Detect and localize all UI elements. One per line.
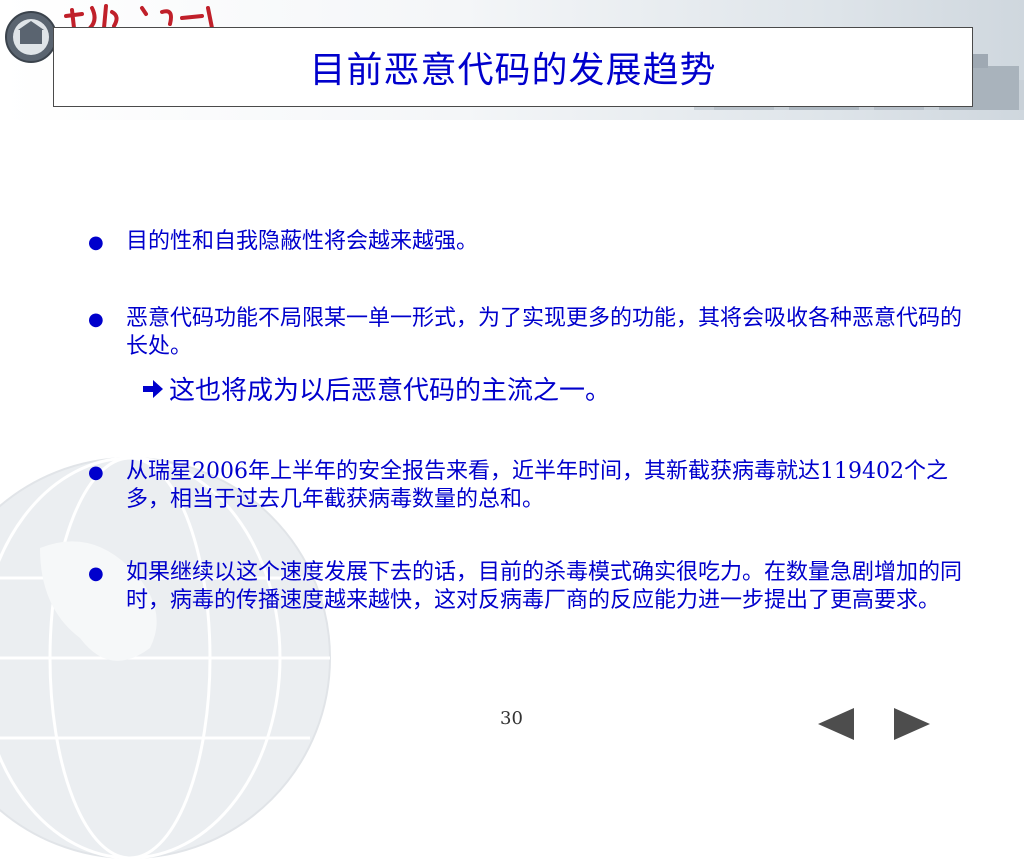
next-slide-button[interactable] <box>892 706 932 742</box>
bullet-text: 如果继续以这个速度发展下去的话，目前的杀毒模式确实很吃力。在数量急剧增加的同时，… <box>126 560 963 613</box>
university-emblem-logo <box>5 11 57 63</box>
triangle-left-icon <box>818 708 854 740</box>
bullet-dot-icon: ● <box>88 563 104 584</box>
sub-point: 这也将成为以后恶意代码的主流之一。 <box>143 370 611 407</box>
bullet-text: 从瑞星2006年上半年的安全报告来看，近半年时间，其新截获病毒就达119402个… <box>126 459 948 512</box>
bullet-dot-icon: ● <box>88 462 104 483</box>
bullet-text: 目的性和自我隐蔽性将会越来越强。 <box>126 229 479 254</box>
previous-slide-button[interactable] <box>816 706 856 742</box>
slide-title: 目前恶意代码的发展趋势 <box>309 50 717 91</box>
sub-point-text: 这也将成为以后恶意代码的主流之一。 <box>169 376 612 406</box>
triangle-right-icon <box>894 708 930 740</box>
bullet-text: 恶意代码功能不局限某一单一形式，为了实现更多的功能，其将会吸收各种恶意代码的长处… <box>126 306 963 359</box>
right-arrow-icon <box>143 379 163 398</box>
page-number: 30 <box>500 708 523 729</box>
bullet-dot-icon: ● <box>88 232 104 253</box>
bullet-dot-icon: ● <box>88 309 104 330</box>
title-box: 目前恶意代码的发展趋势 <box>53 27 973 107</box>
